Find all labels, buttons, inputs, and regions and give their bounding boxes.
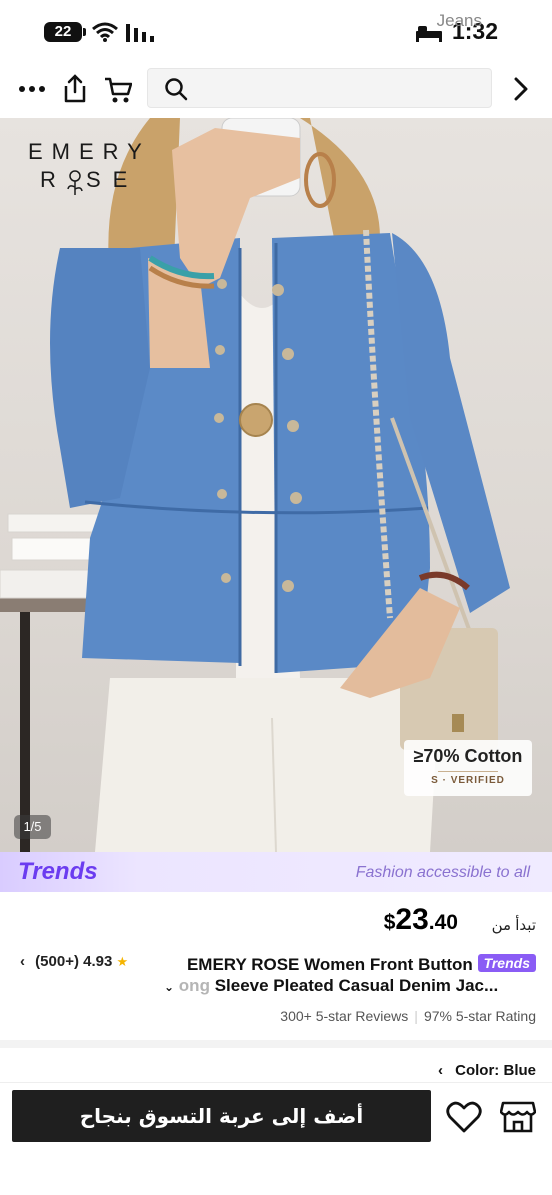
- five-star-reviews: 300+ 5-star Reviews: [280, 1008, 409, 1024]
- color-label: Color:: [455, 1062, 500, 1079]
- rating-value: (500+) 4.93: [35, 953, 113, 970]
- rose-icon: [67, 170, 83, 195]
- price-currency: $: [383, 911, 396, 934]
- trends-pill: Trends: [477, 954, 536, 972]
- add-to-cart-button[interactable]: أضف إلى عربة التسوق بنجاح: [12, 1090, 431, 1142]
- chevron-left-icon: ‹: [437, 1062, 443, 1079]
- stats-separator: |: [414, 1008, 418, 1024]
- trends-logo: Trends: [18, 858, 98, 885]
- product-title-line-2[interactable]: ⌄ ong Sleeve Pleated Casual Denim Jac...: [164, 976, 536, 996]
- price-from-label: تبدأ من: [491, 917, 536, 934]
- more-icon[interactable]: [18, 84, 46, 94]
- image-page-indicator: 1/5: [14, 815, 51, 839]
- search-placeholder: Jeans: [436, 11, 482, 30]
- price-whole: 23: [395, 903, 429, 936]
- product-price: $23.40: [384, 903, 458, 937]
- verified-label: S · VERIFIED: [431, 775, 505, 786]
- share-icon[interactable]: [62, 74, 88, 104]
- rating-summary[interactable]: ‹ (500+) 4.93 ★: [20, 953, 128, 970]
- chevron-left-icon: ‹: [20, 953, 25, 970]
- color-selector[interactable]: ‹ Color: Blue: [438, 1062, 536, 1079]
- signal-icon: [126, 24, 154, 42]
- review-stats[interactable]: 300+ 5-star Reviews | 97% 5-star Rating: [280, 1008, 536, 1024]
- five-star-rating: 97% 5-star Rating: [423, 1008, 536, 1024]
- badge-divider: [438, 771, 498, 772]
- store-icon[interactable]: [500, 1100, 536, 1134]
- heart-icon[interactable]: [446, 1100, 482, 1134]
- wifi-icon: [92, 22, 118, 42]
- star-icon: ★: [116, 954, 129, 969]
- trends-tagline: Fashion accessible to all: [355, 864, 530, 881]
- product-title-text: EMERY ROSE Women Front Button: [186, 955, 473, 974]
- color-value: Blue: [503, 1062, 536, 1079]
- section-divider: [0, 1040, 552, 1048]
- battery-indicator: 22: [44, 22, 86, 42]
- cotton-badge: ≥70% Cotton S · VERIFIED: [404, 740, 532, 796]
- chevron-right-icon[interactable]: [512, 77, 530, 101]
- brand-line-2: R SE: [40, 167, 140, 192]
- product-title-continued: Sleeve Pleated Casual Denim Jac...: [214, 976, 499, 995]
- title-faded-text: ong: [178, 976, 210, 995]
- search-icon: [165, 78, 188, 101]
- cart-icon[interactable]: [104, 76, 132, 104]
- product-title-line-1[interactable]: EMERY ROSE Women Front Button Trends: [187, 954, 536, 975]
- price-decimal: .40: [428, 911, 458, 934]
- search-bar[interactable]: [147, 68, 492, 108]
- brand-line-1: EMERY: [28, 139, 151, 164]
- brand-logo: EMERY R SE: [28, 138, 151, 194]
- cotton-badge-label: ≥70% Cotton: [413, 746, 523, 766]
- expand-chevron-icon[interactable]: ⌄: [164, 980, 174, 994]
